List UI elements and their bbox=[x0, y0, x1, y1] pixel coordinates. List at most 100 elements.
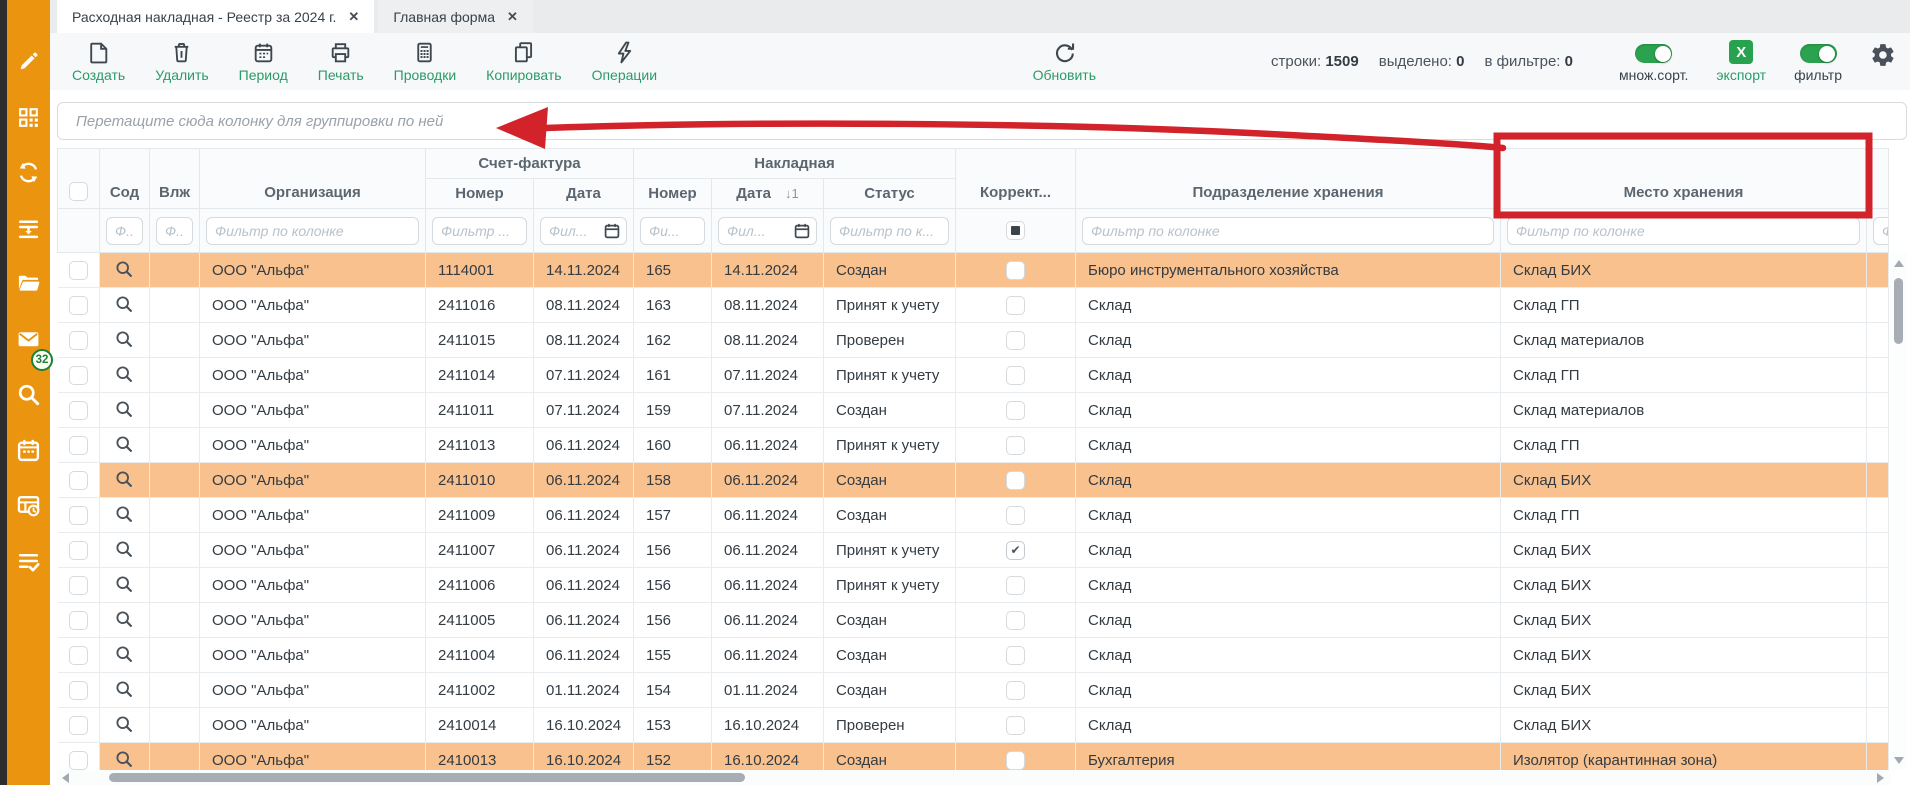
korr-checkbox[interactable] bbox=[1006, 331, 1025, 350]
row-checkbox[interactable] bbox=[69, 541, 88, 560]
vertical-scroll-thumb[interactable] bbox=[1894, 278, 1903, 344]
korr-checkbox[interactable] bbox=[1006, 261, 1025, 280]
column-header-extra[interactable] bbox=[1867, 149, 1889, 209]
magnifier-icon[interactable] bbox=[114, 329, 136, 351]
scroll-up-icon[interactable] bbox=[1894, 260, 1904, 267]
mesto-filter-input[interactable] bbox=[1507, 217, 1860, 245]
row-checkbox[interactable] bbox=[69, 646, 88, 665]
create-button[interactable]: Создать bbox=[72, 40, 125, 83]
select-all-header[interactable] bbox=[58, 149, 100, 209]
toggle-on-icon[interactable] bbox=[1800, 44, 1837, 63]
sidebar-item-search[interactable] bbox=[7, 367, 50, 423]
table-row[interactable]: ООО "Альфа" 2411016 08.11.2024 163 08.11… bbox=[58, 288, 1889, 323]
refresh-button[interactable]: Обновить bbox=[1033, 40, 1096, 83]
vlzh-filter-input[interactable] bbox=[156, 217, 193, 245]
korr-checkbox[interactable] bbox=[1006, 506, 1025, 525]
delete-button[interactable]: Удалить bbox=[155, 40, 208, 83]
table-row[interactable]: ООО "Альфа" 1114001 14.11.2024 165 14.11… bbox=[58, 253, 1889, 288]
column-header-sf-date[interactable]: Дата bbox=[534, 179, 634, 209]
sidebar-item-calendar[interactable] bbox=[7, 423, 50, 479]
magnifier-icon[interactable] bbox=[114, 644, 136, 666]
table-row[interactable]: ООО "Альфа" 2411009 06.11.2024 157 06.11… bbox=[58, 498, 1889, 533]
tab-main-form[interactable]: Главная форма ✕ bbox=[378, 0, 533, 33]
row-checkbox[interactable] bbox=[69, 611, 88, 630]
org-filter-input[interactable] bbox=[206, 217, 419, 245]
export-excel-button[interactable]: X экспорт bbox=[1716, 40, 1766, 83]
table-row[interactable]: ООО "Альфа" 2411011 07.11.2024 159 07.11… bbox=[58, 393, 1889, 428]
table-row[interactable]: ООО "Альфа" 2411007 06.11.2024 156 06.11… bbox=[58, 533, 1889, 568]
column-header-status[interactable]: Статус bbox=[824, 179, 956, 209]
sidebar-item-sync[interactable] bbox=[7, 145, 50, 201]
table-row[interactable]: ООО "Альфа" 2410014 16.10.2024 153 16.10… bbox=[58, 708, 1889, 743]
row-checkbox[interactable] bbox=[69, 681, 88, 700]
podr-filter-input[interactable] bbox=[1082, 217, 1494, 245]
postings-button[interactable]: Проводки bbox=[394, 40, 457, 83]
vertical-scrollbar[interactable] bbox=[1890, 252, 1907, 770]
settings-button[interactable] bbox=[1870, 42, 1896, 73]
korr-checkbox[interactable] bbox=[1006, 401, 1025, 420]
magnifier-icon[interactable] bbox=[114, 574, 136, 596]
group-drop-zone[interactable]: Перетащите сюда колонку для группировки … bbox=[57, 102, 1907, 140]
korr-filter-checkbox[interactable] bbox=[1006, 221, 1025, 240]
korr-checkbox[interactable] bbox=[1006, 611, 1025, 630]
magnifier-icon[interactable] bbox=[114, 364, 136, 386]
korr-checkbox[interactable] bbox=[1006, 716, 1025, 735]
tab-registry-2024[interactable]: Расходная накладная - Реестр за 2024 г. … bbox=[57, 0, 374, 33]
sidebar-item-documents[interactable] bbox=[7, 256, 50, 312]
column-header-podr[interactable]: Подразделение хранения bbox=[1076, 149, 1501, 209]
column-header-sf-number[interactable]: Номер bbox=[426, 179, 534, 209]
table-row[interactable]: ООО "Альфа" 2411013 06.11.2024 160 06.11… bbox=[58, 428, 1889, 463]
magnifier-icon[interactable] bbox=[114, 679, 136, 701]
sidebar-item-print-queue[interactable] bbox=[7, 201, 50, 257]
row-checkbox[interactable] bbox=[69, 576, 88, 595]
table-row[interactable]: ООО "Альфа" 2411010 06.11.2024 158 06.11… bbox=[58, 463, 1889, 498]
row-checkbox[interactable] bbox=[69, 366, 88, 385]
magnifier-icon[interactable] bbox=[114, 504, 136, 526]
close-icon[interactable]: ✕ bbox=[507, 9, 518, 25]
sidebar-item-reports[interactable] bbox=[7, 478, 50, 534]
column-header-org[interactable]: Организация bbox=[200, 149, 426, 209]
horizontal-scrollbar[interactable] bbox=[57, 770, 1890, 785]
nk-date-filter-input[interactable] bbox=[718, 217, 817, 245]
column-header-nk-number[interactable]: Номер bbox=[634, 179, 712, 209]
row-checkbox[interactable] bbox=[69, 261, 88, 280]
scroll-left-icon[interactable] bbox=[62, 773, 69, 783]
print-button[interactable]: Печать bbox=[318, 40, 364, 83]
row-checkbox[interactable] bbox=[69, 331, 88, 350]
korr-checkbox[interactable] bbox=[1006, 296, 1025, 315]
column-header-sod[interactable]: Сод bbox=[100, 149, 150, 209]
extra-filter-input[interactable] bbox=[1873, 217, 1889, 245]
korr-checkbox[interactable] bbox=[1006, 471, 1025, 490]
sidebar-item-scan[interactable] bbox=[7, 90, 50, 146]
operations-button[interactable]: Операции bbox=[592, 40, 658, 83]
magnifier-icon[interactable] bbox=[114, 399, 136, 421]
table-row[interactable]: ООО "Альфа" 2411015 08.11.2024 162 08.11… bbox=[58, 323, 1889, 358]
column-header-nk-date[interactable]: Дата↓1 bbox=[712, 179, 824, 209]
row-checkbox[interactable] bbox=[69, 436, 88, 455]
magnifier-icon[interactable] bbox=[114, 539, 136, 561]
row-checkbox[interactable] bbox=[69, 716, 88, 735]
row-checkbox[interactable] bbox=[69, 751, 88, 770]
row-checkbox[interactable] bbox=[69, 296, 88, 315]
korr-checkbox[interactable] bbox=[1006, 366, 1025, 385]
magnifier-icon[interactable] bbox=[114, 609, 136, 631]
sf-date-filter-input[interactable] bbox=[540, 217, 627, 245]
magnifier-icon[interactable] bbox=[114, 714, 136, 736]
horizontal-scroll-thumb[interactable] bbox=[109, 773, 745, 782]
magnifier-icon[interactable] bbox=[114, 259, 136, 281]
close-icon[interactable]: ✕ bbox=[348, 9, 359, 25]
scroll-right-icon[interactable] bbox=[1877, 773, 1884, 783]
korr-checkbox[interactable]: ✔ bbox=[1006, 541, 1025, 560]
magnifier-icon[interactable] bbox=[114, 469, 136, 491]
sf-number-filter-input[interactable] bbox=[432, 217, 527, 245]
table-row[interactable]: ООО "Альфа" 2411005 06.11.2024 156 06.11… bbox=[58, 603, 1889, 638]
magnifier-icon[interactable] bbox=[114, 294, 136, 316]
row-checkbox[interactable] bbox=[69, 506, 88, 525]
table-row[interactable]: ООО "Альфа" 2411002 01.11.2024 154 01.11… bbox=[58, 673, 1889, 708]
select-all-checkbox[interactable] bbox=[69, 182, 88, 201]
column-header-korr[interactable]: Коррект... bbox=[956, 149, 1076, 209]
copy-button[interactable]: Копировать bbox=[486, 40, 561, 83]
sod-filter-input[interactable] bbox=[106, 217, 143, 245]
nk-number-filter-input[interactable] bbox=[640, 217, 705, 245]
filter-toggle[interactable]: фильтр bbox=[1794, 44, 1842, 83]
